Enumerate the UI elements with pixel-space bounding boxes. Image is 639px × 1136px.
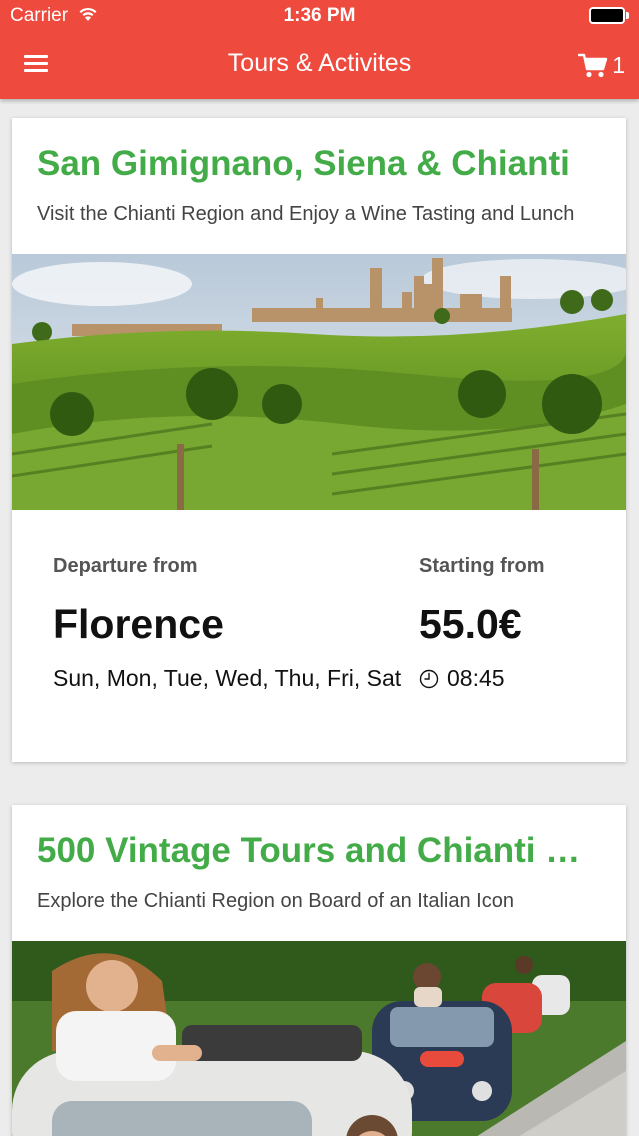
app-screen: Carrier 1:36 PM Tours & Activites 1 San … xyxy=(0,0,639,1136)
page-title: Tours & Activites xyxy=(227,49,412,77)
app-header: Carrier 1:36 PM Tours & Activites 1 xyxy=(0,0,639,99)
cart-count-badge: 1 xyxy=(612,51,625,78)
departure-days: Sun, Mon, Tue, Wed, Thu, Fri, Sat xyxy=(53,665,402,691)
tour-image xyxy=(12,941,626,1136)
tour-card[interactable]: 500 Vintage Tours and Chianti Wine Tasti… xyxy=(12,805,626,1136)
starting-label: Starting from xyxy=(419,555,545,577)
departure-time: 08:45 xyxy=(419,664,505,693)
clock-icon xyxy=(419,669,439,688)
status-time: 1:36 PM xyxy=(283,5,356,26)
battery-icon xyxy=(589,7,629,24)
departure-label: Departure from xyxy=(53,555,198,577)
shopping-cart-icon xyxy=(578,53,608,78)
tour-price: 55.0€ xyxy=(419,601,522,647)
cart-button[interactable]: 1 xyxy=(578,48,625,82)
tour-title: 500 Vintage Tours and Chianti Wine Tasti… xyxy=(37,831,608,870)
tour-image xyxy=(12,254,626,510)
tour-card[interactable]: San Gimignano, Siena & Chianti Visit the… xyxy=(12,118,626,762)
departure-city: Florence xyxy=(53,601,224,647)
tour-subtitle: Visit the Chianti Region and Enjoy a Win… xyxy=(37,203,575,225)
departure-time-value: 08:45 xyxy=(447,665,505,691)
tour-title: San Gimignano, Siena & Chianti xyxy=(37,144,570,183)
tour-subtitle: Explore the Chianti Region on Board of a… xyxy=(37,890,514,912)
nav-bar: Tours & Activites 1 xyxy=(0,32,639,99)
status-bar: Carrier 1:36 PM xyxy=(0,0,639,32)
